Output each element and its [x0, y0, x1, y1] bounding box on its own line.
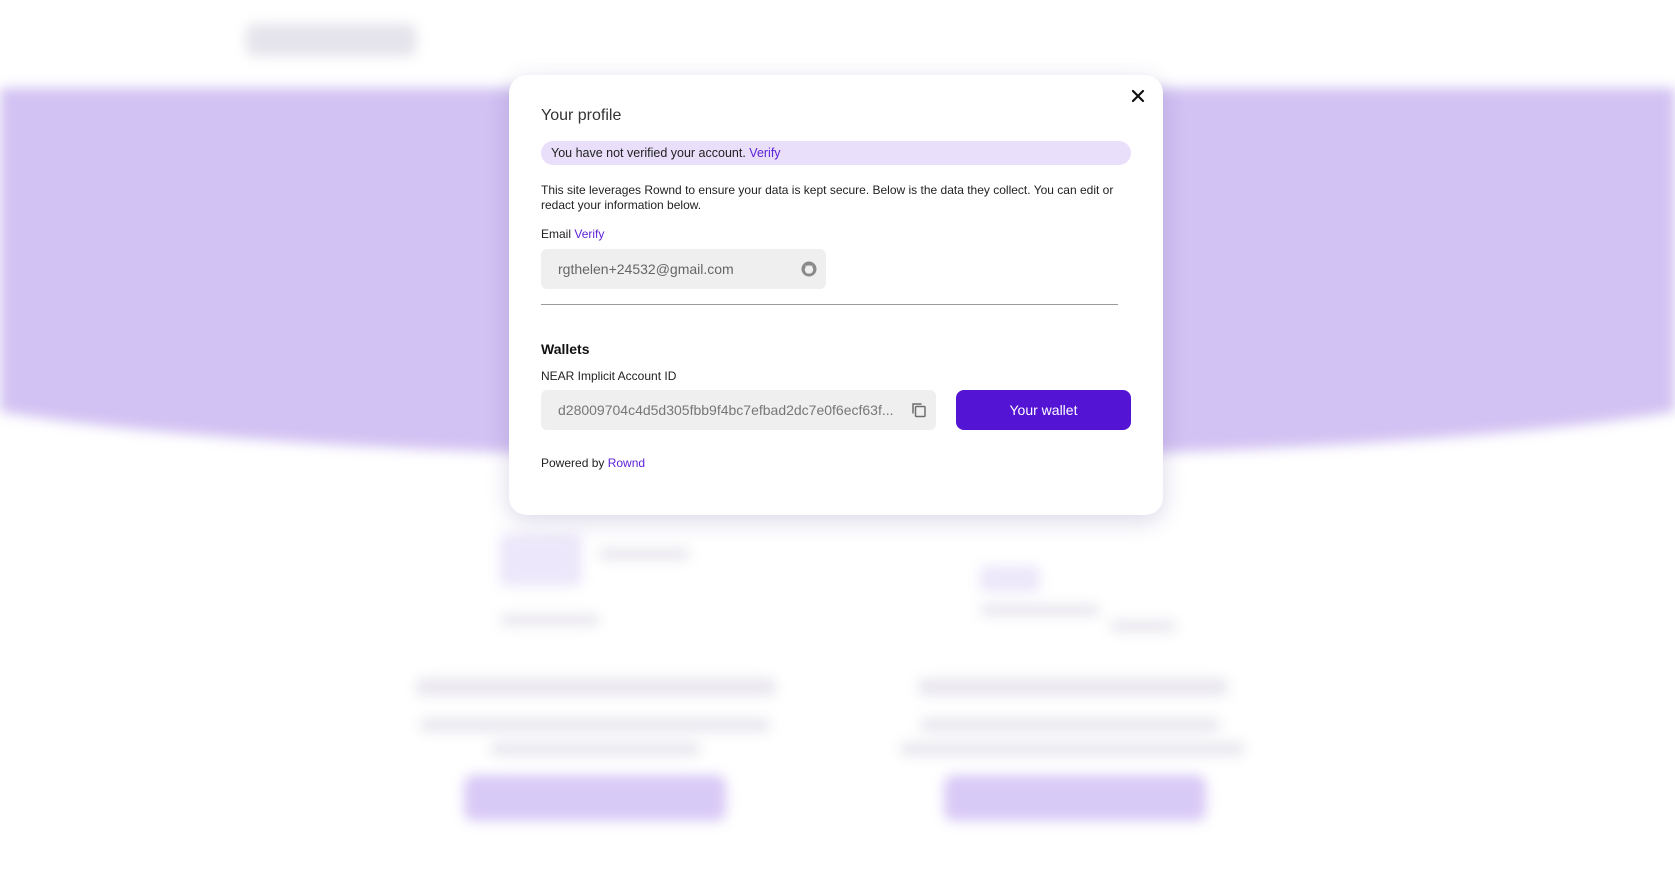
powered-by-text: Powered by — [541, 456, 605, 470]
section-divider — [541, 304, 1118, 305]
your-wallet-button[interactable]: Your wallet — [956, 390, 1131, 430]
data-description: This site leverages Rownd to ensure your… — [541, 183, 1114, 212]
rownd-link[interactable]: Rownd — [608, 456, 645, 470]
email-label: Email — [541, 227, 572, 241]
email-label-row: Email Verify — [541, 227, 604, 241]
close-icon — [1131, 89, 1145, 103]
modal-title: Your profile — [541, 107, 622, 124]
verification-banner: You have not verified your account. Veri… — [541, 141, 1131, 165]
email-field[interactable]: rgthelen+24532@gmail.com — [541, 249, 826, 289]
close-button[interactable] — [1127, 85, 1149, 107]
github-icon — [801, 261, 817, 277]
profile-modal: Your profile You have not verified your … — [509, 75, 1163, 515]
near-account-id: d28009704c4d5d305fbb9f4bc7efbad2dc7e0f6e… — [558, 402, 894, 418]
near-account-label: NEAR Implicit Account ID — [541, 369, 677, 383]
near-account-field[interactable]: d28009704c4d5d305fbb9f4bc7efbad2dc7e0f6e… — [541, 390, 936, 430]
verification-banner-text: You have not verified your account. — [551, 146, 746, 160]
wallets-heading: Wallets — [541, 341, 590, 357]
email-value: rgthelen+24532@gmail.com — [558, 261, 734, 277]
powered-by: Powered by Rownd — [541, 456, 645, 470]
copy-icon[interactable] — [910, 401, 928, 419]
verify-email-link[interactable]: Verify — [574, 227, 604, 241]
verify-account-link[interactable]: Verify — [749, 146, 780, 160]
